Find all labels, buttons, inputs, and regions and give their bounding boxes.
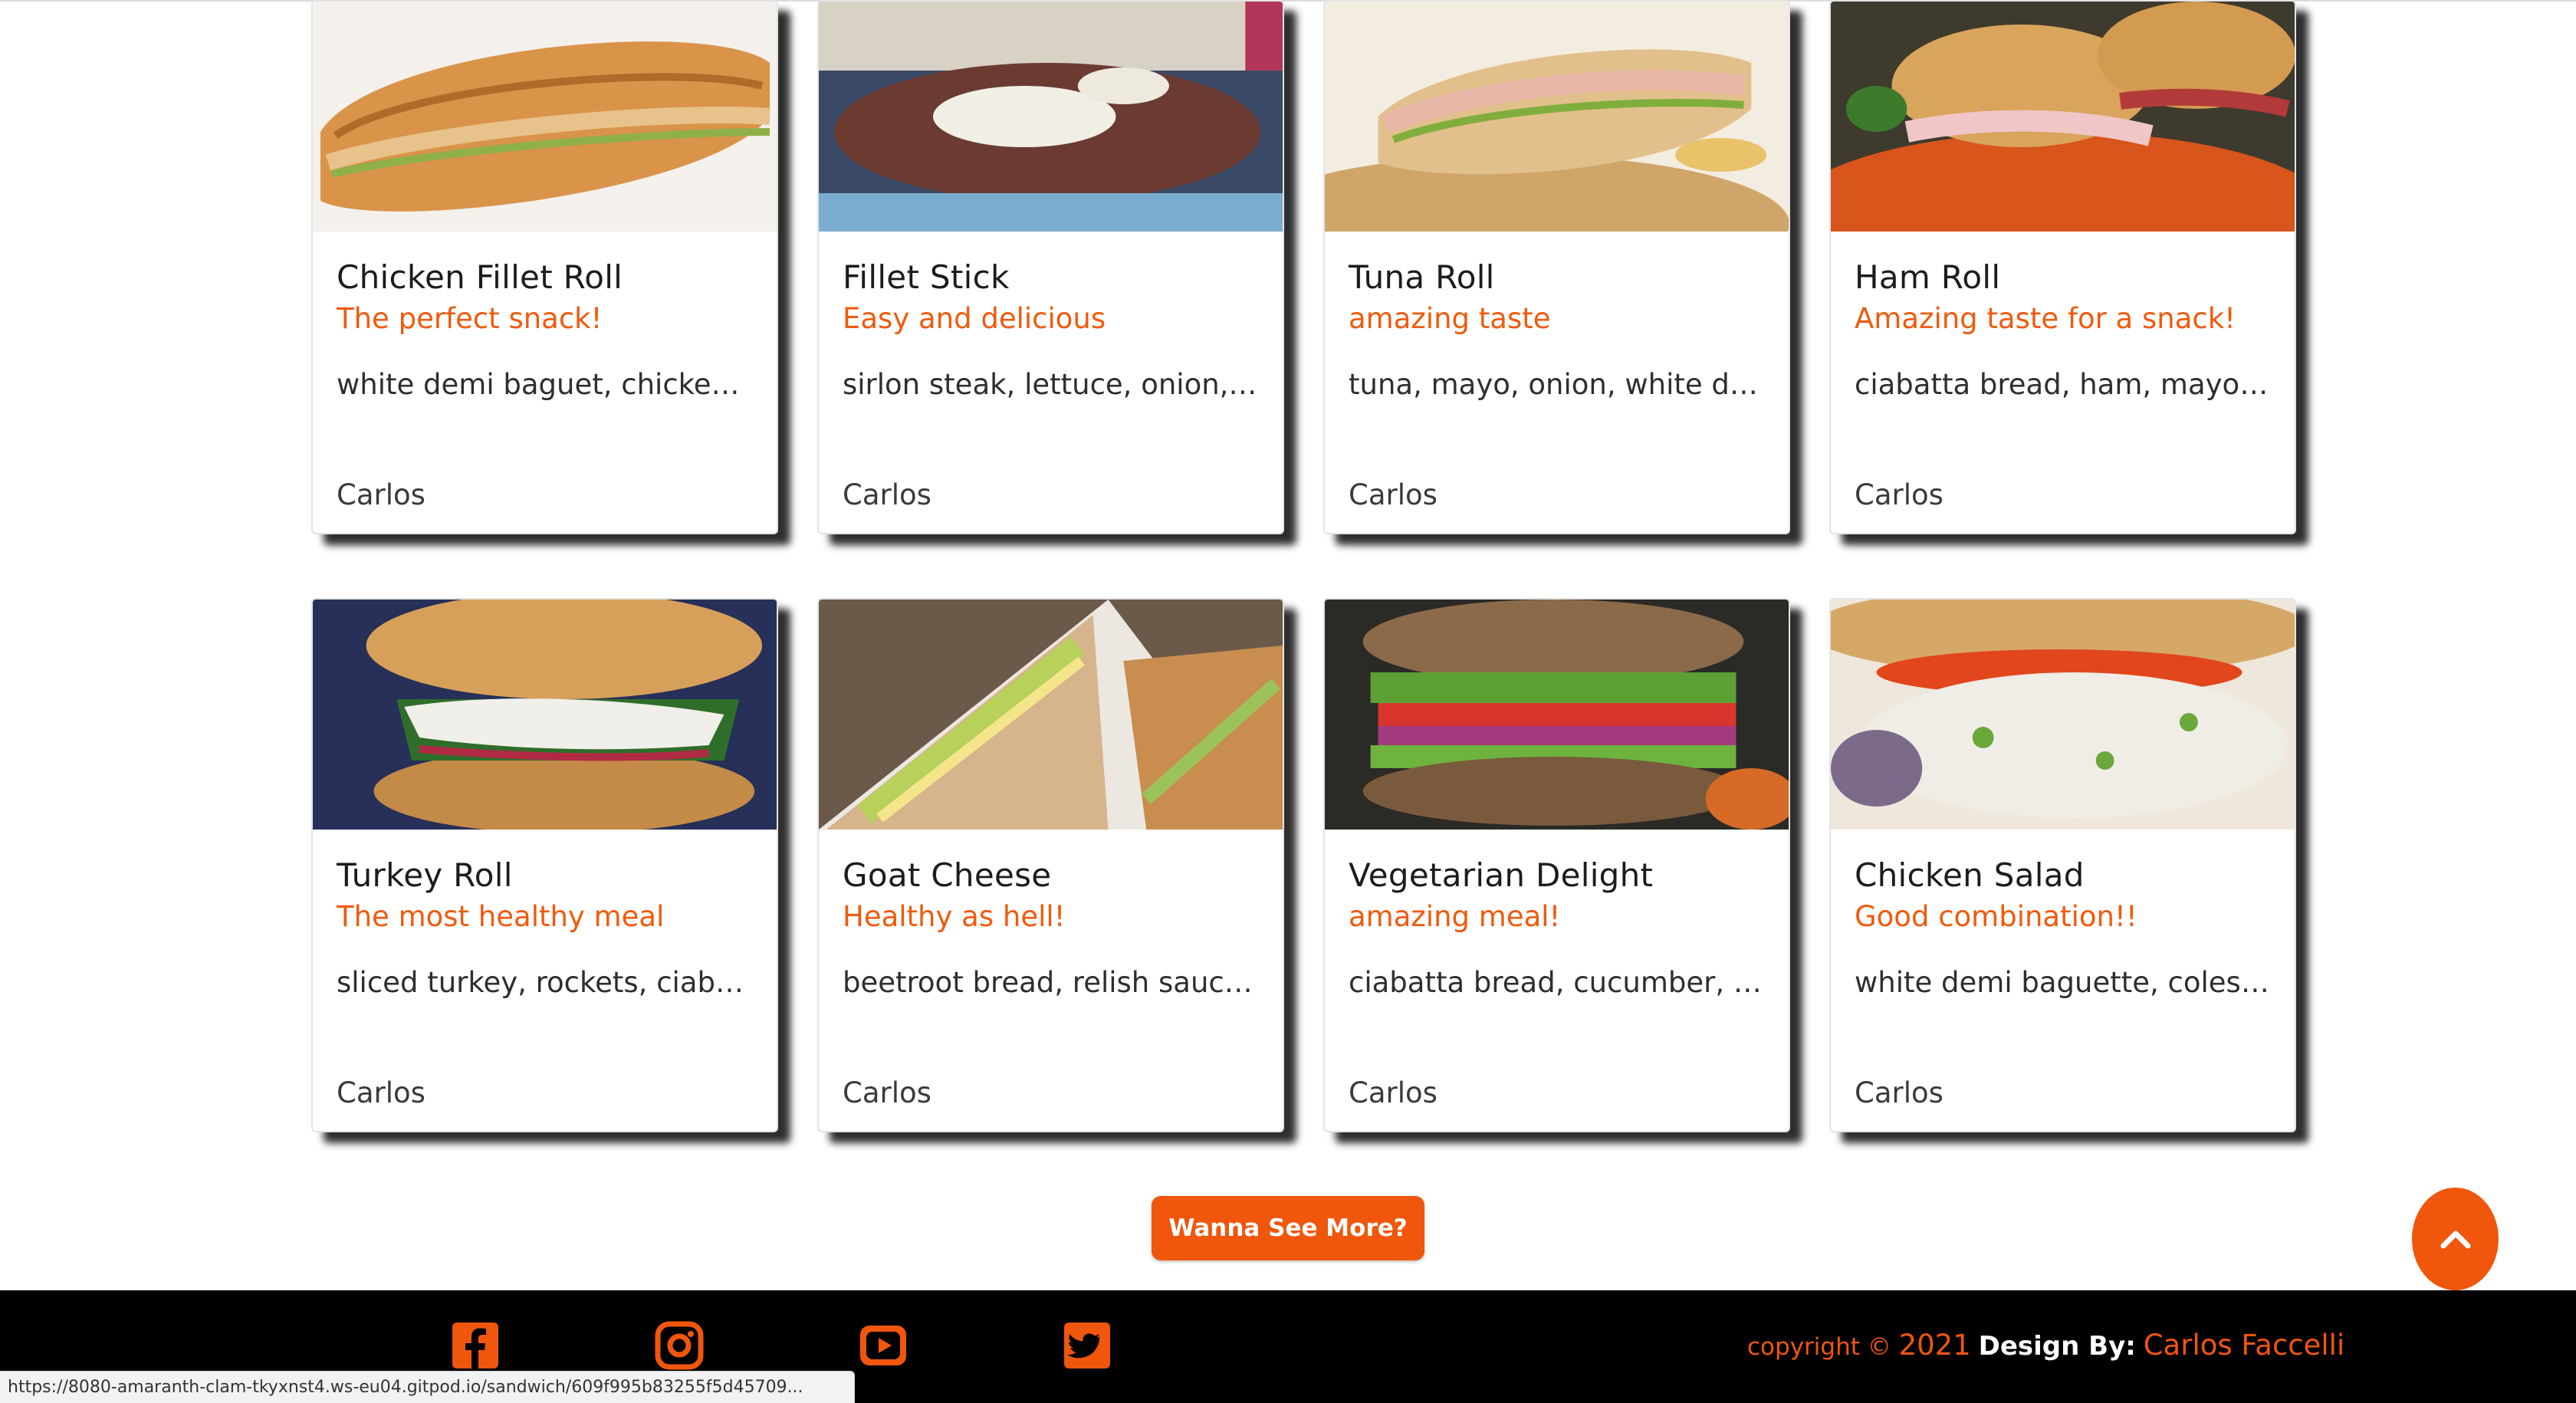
sandwich-grid: Chicken Fillet Roll The perfect snack! w…: [0, 0, 2576, 1196]
design-by-label: Design By:: [1978, 1331, 2136, 1362]
sandwich-card[interactable]: Tuna Roll amazing taste tuna, mayo, onio…: [1323, 0, 1790, 534]
sandwich-ingredients: white demi baguette, colesla...: [1855, 966, 2275, 999]
sandwich-tagline: Amazing taste for a snack!: [1855, 302, 2236, 335]
designer-link[interactable]: Carlos Faccelli: [2144, 1329, 2345, 1362]
sandwich-tagline: Easy and delicious: [843, 302, 1106, 335]
sandwich-tagline: Good combination!!: [1855, 900, 2137, 933]
sandwich-card[interactable]: Turkey Roll The most healthy meal sliced…: [311, 598, 778, 1132]
sandwich-ingredients: ciabatta bread, cucumber, to...: [1349, 966, 1769, 999]
sandwich-name: Chicken Salad: [1855, 856, 2085, 894]
copyright-text: copyright © 2021 Design By: Carlos Facce…: [1747, 1329, 2344, 1362]
sandwich-ingredients: sliced turkey, rockets, ciabatt...: [337, 966, 757, 999]
facebook-icon[interactable]: [451, 1321, 500, 1370]
sandwich-author: Carlos: [1349, 1076, 1438, 1109]
sandwich-image: [1831, 2, 2295, 232]
sandwich-image: [313, 2, 777, 232]
sandwich-name: Fillet Stick: [843, 258, 1010, 296]
sandwich-card[interactable]: Vegetarian Delight amazing meal! ciabatt…: [1323, 598, 1790, 1132]
sandwich-image: [313, 600, 777, 830]
sandwich-name: Tuna Roll: [1349, 258, 1495, 296]
back-to-top-button[interactable]: [2412, 1188, 2499, 1290]
sandwich-name: Ham Roll: [1855, 258, 2001, 296]
sandwich-card[interactable]: Ham Roll Amazing taste for a snack! ciab…: [1829, 0, 2296, 534]
sandwich-author: Carlos: [1855, 478, 1944, 511]
sandwich-author: Carlos: [1855, 1076, 1944, 1109]
sandwich-image: [819, 600, 1283, 830]
sandwich-image: [1831, 600, 2295, 830]
sandwich-author: Carlos: [843, 1076, 932, 1109]
sandwich-ingredients: tuna, mayo, onion, white de...: [1349, 368, 1769, 401]
copyright-year: 2021: [1898, 1329, 1971, 1362]
sandwich-ingredients: beetroot bread, relish sauce, ...: [843, 966, 1263, 999]
sandwich-tagline: Healthy as hell!: [843, 900, 1066, 933]
sandwich-image: [1325, 600, 1789, 830]
sandwich-image: [819, 2, 1283, 232]
sandwich-tagline: amazing taste: [1349, 302, 1551, 335]
sandwich-name: Chicken Fillet Roll: [337, 258, 623, 296]
sandwich-ingredients: ciabatta bread, ham, mayo, ...: [1855, 368, 2275, 401]
sandwich-image: [1325, 2, 1789, 232]
instagram-icon[interactable]: [655, 1321, 704, 1370]
copyright-prefix: copyright ©: [1747, 1333, 1891, 1361]
youtube-icon[interactable]: [859, 1321, 908, 1370]
sandwich-name: Goat Cheese: [843, 856, 1052, 894]
sandwich-card[interactable]: Chicken Fillet Roll The perfect snack! w…: [311, 0, 778, 534]
see-more-button[interactable]: Wanna See More?: [1152, 1196, 1424, 1260]
sandwich-card[interactable]: Fillet Stick Easy and delicious sirlon s…: [817, 0, 1284, 534]
sandwich-tagline: amazing meal!: [1349, 900, 1561, 933]
sandwich-author: Carlos: [337, 478, 426, 511]
sandwich-ingredients: sirlon steak, lettuce, onion, bl...: [843, 368, 1263, 401]
sandwich-tagline: The perfect snack!: [337, 302, 603, 335]
sandwich-ingredients: white demi baguet, chicken ...: [337, 368, 757, 401]
twitter-icon[interactable]: [1063, 1321, 1112, 1370]
status-bar-url: https://8080-amaranth-clam-tkyxnst4.ws-e…: [0, 1371, 855, 1403]
sandwich-author: Carlos: [843, 478, 932, 511]
sandwich-author: Carlos: [337, 1076, 426, 1109]
sandwich-author: Carlos: [1349, 478, 1438, 511]
chevron-up-icon: [2440, 1230, 2470, 1249]
sandwich-tagline: The most healthy meal: [337, 900, 665, 933]
sandwich-name: Vegetarian Delight: [1349, 856, 1654, 894]
sandwich-name: Turkey Roll: [337, 856, 513, 894]
sandwich-card[interactable]: Goat Cheese Healthy as hell! beetroot br…: [817, 598, 1284, 1132]
sandwich-card[interactable]: Chicken Salad Good combination!! white d…: [1829, 598, 2296, 1132]
